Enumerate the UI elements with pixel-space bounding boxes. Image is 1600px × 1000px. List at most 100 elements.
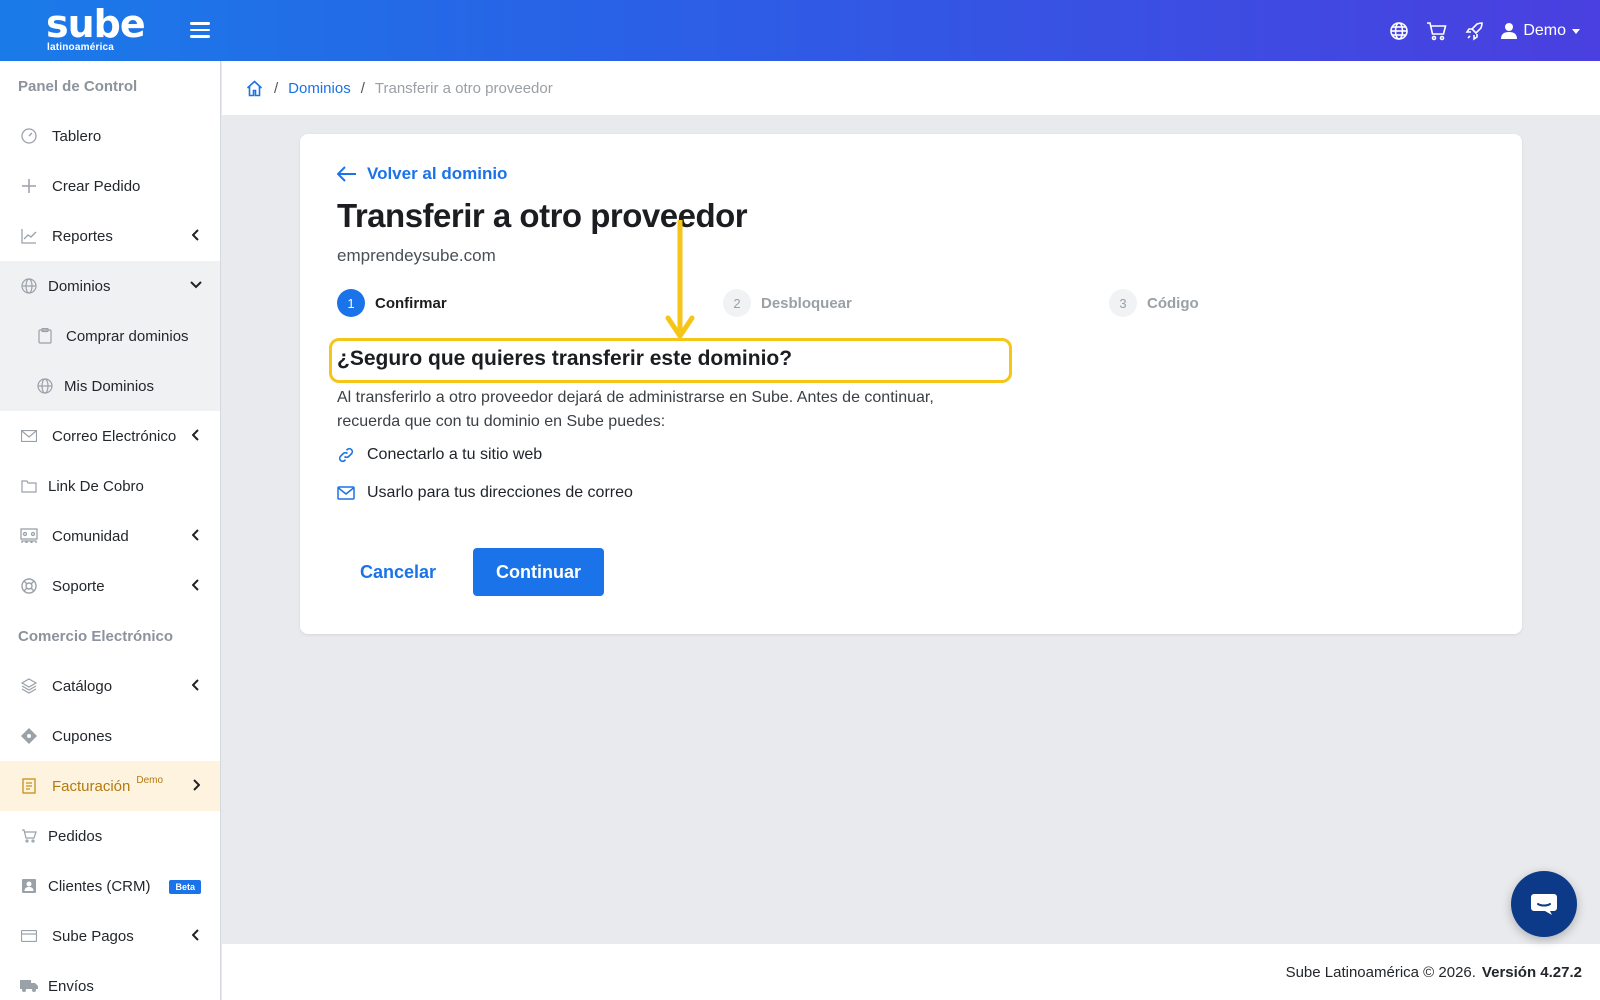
step-label: Confirmar xyxy=(375,294,447,312)
logo-main-text: sube xyxy=(46,2,146,46)
sidebar-item-link-de-cobro[interactable]: Link De Cobro xyxy=(0,461,220,511)
sidebar-item-envios[interactable]: Envíos xyxy=(0,961,220,1000)
arrow-left-icon xyxy=(337,166,356,182)
speedometer-icon xyxy=(20,127,38,145)
sidebar-item-sube-pagos[interactable]: Sube Pagos xyxy=(0,911,220,961)
sidebar-item-label: Dominios xyxy=(48,277,111,295)
chevron-right-icon xyxy=(190,779,202,791)
globe-icon[interactable] xyxy=(1387,19,1411,43)
chat-button[interactable] xyxy=(1511,871,1577,937)
chevron-left-icon xyxy=(190,929,202,941)
sidebar-item-clientes[interactable]: Clientes (CRM) Beta xyxy=(0,861,220,911)
sidebar-item-comprar-dominios[interactable]: Comprar dominios xyxy=(0,311,220,361)
chart-line-icon xyxy=(20,227,38,245)
plus-icon xyxy=(20,177,38,195)
demo-badge: Demo xyxy=(136,774,164,786)
step-label: Desbloquear xyxy=(761,294,852,312)
menu-toggle-icon[interactable] xyxy=(190,22,210,40)
transfer-card: Volver al dominio Transferir a otro prov… xyxy=(300,134,1522,634)
envelope-icon xyxy=(337,484,355,502)
beta-badge: Beta xyxy=(169,880,201,894)
credit-card-icon xyxy=(20,927,38,945)
sidebar-item-cupones[interactable]: Cupones xyxy=(0,711,220,761)
step-number: 2 xyxy=(723,289,751,317)
cancel-button[interactable]: Cancelar xyxy=(348,548,448,596)
sidebar-item-label: Soporte xyxy=(52,577,105,595)
back-to-domain-link[interactable]: Volver al dominio xyxy=(337,164,507,184)
breadcrumb-current: Transferir a otro proveedor xyxy=(374,79,553,97)
back-label: Volver al dominio xyxy=(367,164,508,183)
chevron-left-icon xyxy=(190,579,202,591)
user-name: Demo xyxy=(1523,22,1566,39)
sidebar-item-dominios[interactable]: Dominios xyxy=(0,261,220,311)
breadcrumb: / Dominios / Transferir a otro proveedor xyxy=(222,61,1600,115)
breadcrumb-separator: / xyxy=(360,79,365,97)
sidebar-item-comunidad[interactable]: Comunidad xyxy=(0,511,220,561)
basket-icon xyxy=(20,827,38,845)
user-icon xyxy=(1501,23,1518,39)
footer-version: Versión 4.27.2 xyxy=(1481,963,1582,981)
cart-icon[interactable] xyxy=(1425,19,1449,43)
top-bar: sube latinoamérica Demo xyxy=(0,0,1600,61)
sidebar-section-comercio: Comercio Electrónico xyxy=(18,627,174,645)
sidebar-item-soporte[interactable]: Soporte xyxy=(0,561,220,611)
chevron-left-icon xyxy=(190,229,202,241)
sidebar-item-pedidos[interactable]: Pedidos xyxy=(0,811,220,861)
feature-connect-website: Conectarlo a tu sitio web xyxy=(337,446,542,464)
sidebar-item-tablero[interactable]: Tablero xyxy=(0,111,220,161)
sidebar-item-label: Mis Dominios xyxy=(64,377,155,395)
sidebar-item-correo[interactable]: Correo Electrónico xyxy=(0,411,220,461)
step-codigo: 3 Código xyxy=(1109,289,1199,317)
footer: Sube Latinoamérica © 2026. Versión 4.27.… xyxy=(222,944,1600,1000)
envelope-icon xyxy=(20,427,38,445)
contact-card-icon xyxy=(20,877,38,895)
home-icon[interactable] xyxy=(246,79,264,97)
breadcrumb-separator: / xyxy=(274,79,279,97)
sidebar-item-reportes[interactable]: Reportes xyxy=(0,211,220,261)
sidebar: Panel de Control Tablero Crear Pedido Re… xyxy=(0,61,221,1000)
sidebar-item-label: Tablero xyxy=(52,127,102,145)
confirm-question: ¿Seguro que quieres transferir este domi… xyxy=(337,347,793,370)
sidebar-item-label: Sube Pagos xyxy=(52,927,134,945)
transfer-info-text: Al transferirlo a otro proveedor dejará … xyxy=(337,389,934,430)
clipboard-icon xyxy=(36,327,54,345)
chevron-down-icon xyxy=(1572,28,1580,34)
sidebar-item-facturacion[interactable]: Facturación Demo xyxy=(0,761,220,811)
chat-icon xyxy=(1531,894,1557,915)
logo-sub-text: latinoamérica xyxy=(47,42,115,53)
sidebar-item-mis-dominios[interactable]: Mis Dominios xyxy=(0,361,220,411)
sidebar-item-label: Catálogo xyxy=(52,677,113,695)
chevron-left-icon xyxy=(190,529,202,541)
domain-name: emprendeysube.com xyxy=(337,246,496,265)
step-confirmar: 1 Confirmar xyxy=(337,289,447,317)
sube-logo[interactable]: sube latinoamérica xyxy=(46,2,146,56)
top-actions: Demo xyxy=(1387,16,1580,46)
sidebar-item-label: Reportes xyxy=(52,227,113,245)
step-number: 3 xyxy=(1109,289,1137,317)
step-label: Código xyxy=(1147,294,1199,312)
stepper: 1 Confirmar 2 Desbloquear 3 Código xyxy=(337,289,1237,319)
folder-icon xyxy=(20,477,38,495)
chevron-left-icon xyxy=(190,429,202,441)
globe-icon xyxy=(36,377,54,395)
sidebar-item-label: Comunidad xyxy=(52,527,129,545)
rocket-icon[interactable] xyxy=(1463,19,1487,43)
continue-button[interactable]: Continuar xyxy=(473,548,604,596)
globe-icon xyxy=(20,277,38,295)
feature-email-addresses: Usarlo para tus direcciones de correo xyxy=(337,484,633,502)
breadcrumb-link-dominios[interactable]: Dominios xyxy=(288,80,351,97)
feature-label: Usarlo para tus direcciones de correo xyxy=(367,484,633,501)
user-menu[interactable]: Demo xyxy=(1501,22,1580,40)
sidebar-item-label: Comprar dominios xyxy=(66,327,189,345)
sidebar-item-label: Link De Cobro xyxy=(48,477,144,495)
sidebar-item-label: Crear Pedido xyxy=(52,177,141,195)
link-icon xyxy=(337,446,355,464)
sidebar-item-crear-pedido[interactable]: Crear Pedido xyxy=(0,161,220,211)
sidebar-item-catalogo[interactable]: Catálogo xyxy=(0,661,220,711)
step-number: 1 xyxy=(337,289,365,317)
chevron-left-icon xyxy=(190,679,202,691)
sidebar-section-panel: Panel de Control xyxy=(18,77,138,95)
sidebar-item-label: Cupones xyxy=(52,727,113,745)
sidebar-item-label: Clientes (CRM) xyxy=(48,877,151,895)
ticket-icon xyxy=(20,727,38,745)
